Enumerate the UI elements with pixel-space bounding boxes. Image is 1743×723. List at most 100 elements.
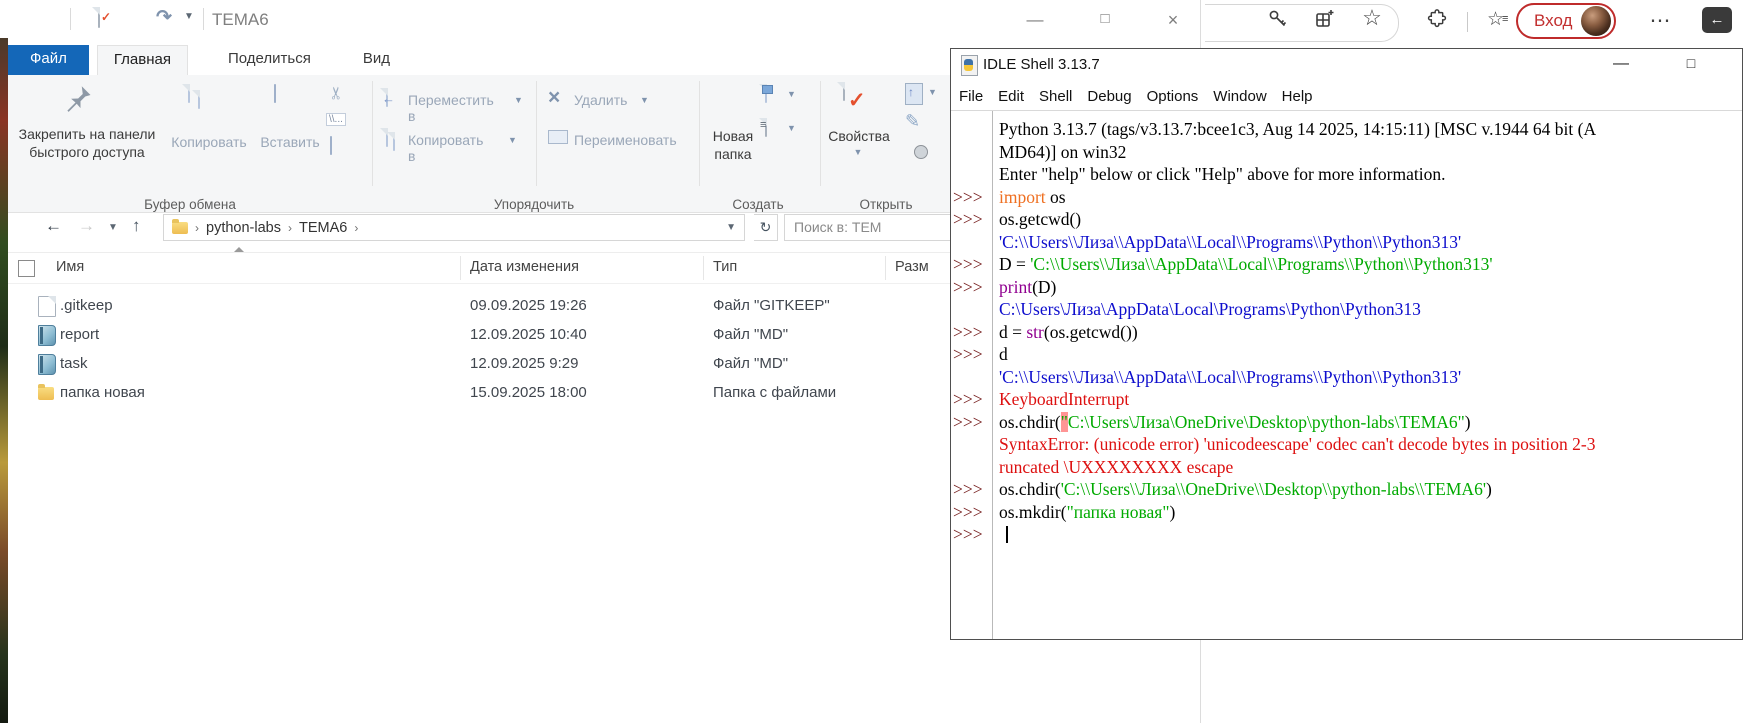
column-divider[interactable] <box>703 256 704 280</box>
cut-scissors-icon[interactable]: ✂ <box>327 86 347 100</box>
address-bar[interactable]: › python-labs › ТЕМА6 › ▼ <box>163 214 745 241</box>
python-file-icon <box>961 55 978 76</box>
shell-line-18: >>>os.mkdir("папка новая") <box>951 501 1742 524</box>
column-header-type[interactable]: Тип <box>713 259 737 275</box>
tab-share[interactable]: Поделиться <box>212 45 327 75</box>
sidebar-panel-icon[interactable]: ← <box>1702 7 1732 33</box>
file-type: Папка с файлами <box>713 384 836 401</box>
idle-menu-help[interactable]: Help <box>1282 88 1313 105</box>
minimize-icon[interactable]: — <box>1606 55 1636 73</box>
shell-line-9: C:\Users\Лиза\AppData\Local\Programs\Pyt… <box>951 298 1742 321</box>
shell-line-8: >>>print(D) <box>951 276 1742 299</box>
history-caret-icon[interactable]: ▼ <box>108 222 118 233</box>
md-icon <box>38 325 56 346</box>
properties-button[interactable]: ✓ Свойства ▼ <box>8 75 10 93</box>
column-header-size[interactable]: Разм <box>895 259 929 275</box>
key-icon[interactable] <box>1264 8 1292 37</box>
delete-x-icon: × <box>548 86 560 110</box>
code-segment: 'C:\\Users\\Лиза\\OneDrive\\Desktop\\pyt… <box>1061 479 1486 499</box>
new-folder-label-2: папка <box>703 145 763 163</box>
md-icon <box>38 354 56 375</box>
shell-line-17: >>>os.chdir('C:\\Users\\Лиза\\OneDrive\\… <box>951 478 1742 501</box>
redo-icon[interactable]: ↷ <box>156 6 172 29</box>
favorite-star-icon[interactable]: ☆ <box>1358 5 1386 31</box>
file-row-task[interactable]: task12.09.2025 9:29Файл "MD" <box>8 350 948 379</box>
up-icon[interactable]: ↑ <box>132 216 141 236</box>
pin-to-quick-access-button[interactable] <box>63 83 93 122</box>
close-icon[interactable]: × <box>1161 10 1185 31</box>
file-name: report <box>60 326 99 343</box>
file-type: Файл "MD" <box>713 326 788 343</box>
code-segment: 'C:\\Users\\Лиза\\AppData\\Local\\Progra… <box>999 367 1461 387</box>
text-cursor <box>1006 526 1008 543</box>
shell-prompt <box>951 456 992 479</box>
tab-view[interactable]: Вид <box>347 45 406 75</box>
properties-label: Свойства <box>826 127 892 145</box>
extensions-puzzle-icon[interactable] <box>1423 8 1451 37</box>
pin-button-label: Закрепить на панели быстрого доступа <box>0 125 176 161</box>
back-icon[interactable]: ← <box>45 216 62 236</box>
idle-menu-file[interactable]: File <box>959 88 983 105</box>
paste-shortcut-icon[interactable] <box>330 136 332 155</box>
shell-line-11: >>>d <box>951 343 1742 366</box>
tab-home[interactable]: Главная <box>97 45 188 75</box>
maximize-icon[interactable]: □ <box>1093 10 1117 27</box>
shell-prompt <box>951 366 992 389</box>
column-divider[interactable] <box>460 256 461 280</box>
idle-menu-edit[interactable]: Edit <box>998 88 1024 105</box>
code-segment: os.getcwd() <box>999 209 1081 229</box>
select-all-checkbox[interactable] <box>18 260 35 277</box>
breadcrumb-tema6[interactable]: ТЕМА6 <box>299 220 347 236</box>
file-date: 09.09.2025 19:26 <box>470 297 587 314</box>
code-segment: C:\Users\Лиза\OneDrive\Desktop\python-la… <box>1068 412 1465 432</box>
address-dropdown-caret-icon[interactable]: ▼ <box>726 222 744 233</box>
titlebar-divider <box>203 8 204 30</box>
breadcrumb-python-labs[interactable]: python-labs <box>206 220 281 236</box>
code-segment: os <box>1046 187 1066 207</box>
ribbon-group-divider <box>372 81 373 186</box>
code-segment: str <box>1026 322 1044 342</box>
idle-menu-shell[interactable]: Shell <box>1039 88 1072 105</box>
idle-menu-window[interactable]: Window <box>1213 88 1266 105</box>
code-segment: os.mkdir( <box>999 502 1067 522</box>
group-label-organize: Упорядочить <box>454 197 614 212</box>
file-row-report[interactable]: report12.09.2025 10:40Файл "MD" <box>8 321 948 350</box>
shell-prompt: >>> <box>951 523 992 546</box>
idle-shell-text[interactable]: Python 3.13.7 (tags/v3.13.7:bcee1c3, Aug… <box>951 110 1742 639</box>
quick-access-caret-icon[interactable]: ▼ <box>184 11 194 22</box>
shell-line-14: >>> os.chdir("C:\Users\Лиза\OneDrive\Desk… <box>951 411 1742 434</box>
tab-file[interactable]: Файл <box>8 45 89 75</box>
code-segment: os.chdir( <box>999 412 1061 432</box>
file-name: .gitkeep <box>60 297 113 314</box>
collections-icon[interactable] <box>1311 8 1339 37</box>
idle-menu-options[interactable]: Options <box>1147 88 1199 105</box>
code-segment: " <box>1061 412 1068 432</box>
column-header-date[interactable]: Дата изменения <box>470 259 579 275</box>
idle-menubar: File Edit Shell Debug Options Window Help <box>959 82 1313 110</box>
more-dots-icon[interactable]: ⋯ <box>1646 8 1674 34</box>
properties-quick-icon[interactable]: ✓ <box>98 7 100 28</box>
edit-pencil-icon[interactable]: ✎ <box>905 111 920 132</box>
minimize-icon[interactable]: — <box>1023 10 1047 30</box>
column-header-name[interactable]: Имя <box>56 259 84 275</box>
code-segment: Enter "help" below or click "Help" above… <box>999 164 1446 184</box>
signin-button[interactable]: Вход <box>1516 3 1616 39</box>
forward-icon[interactable]: → <box>78 216 95 236</box>
file-row-папка новая[interactable]: папка новая15.09.2025 18:00Папка с файла… <box>8 379 948 408</box>
column-divider[interactable] <box>885 256 886 280</box>
shell-prompt: >>> <box>951 276 992 299</box>
shell-line-5: >>>os.getcwd() <box>951 208 1742 231</box>
copy-path-icon[interactable]: \\... <box>326 113 346 126</box>
file-row-.gitkeep[interactable]: .gitkeep09.09.2025 19:26Файл "GITKEEP" <box>8 292 948 321</box>
file-date: 15.09.2025 18:00 <box>470 384 587 401</box>
idle-window-title: IDLE Shell 3.13.7 <box>983 56 1100 73</box>
shell-prompt: >>> <box>951 321 992 344</box>
group-label-clipboard: Буфер обмена <box>110 197 270 212</box>
refresh-icon[interactable]: ↻ <box>754 214 778 241</box>
file-name: task <box>60 355 88 372</box>
maximize-icon[interactable]: □ <box>1676 55 1706 71</box>
shell-prompt: >>> <box>951 478 992 501</box>
shell-prompt: >>> <box>951 411 992 434</box>
idle-menu-debug[interactable]: Debug <box>1087 88 1131 105</box>
idle-titlebar[interactable]: IDLE Shell 3.13.7 — □ <box>951 49 1742 82</box>
